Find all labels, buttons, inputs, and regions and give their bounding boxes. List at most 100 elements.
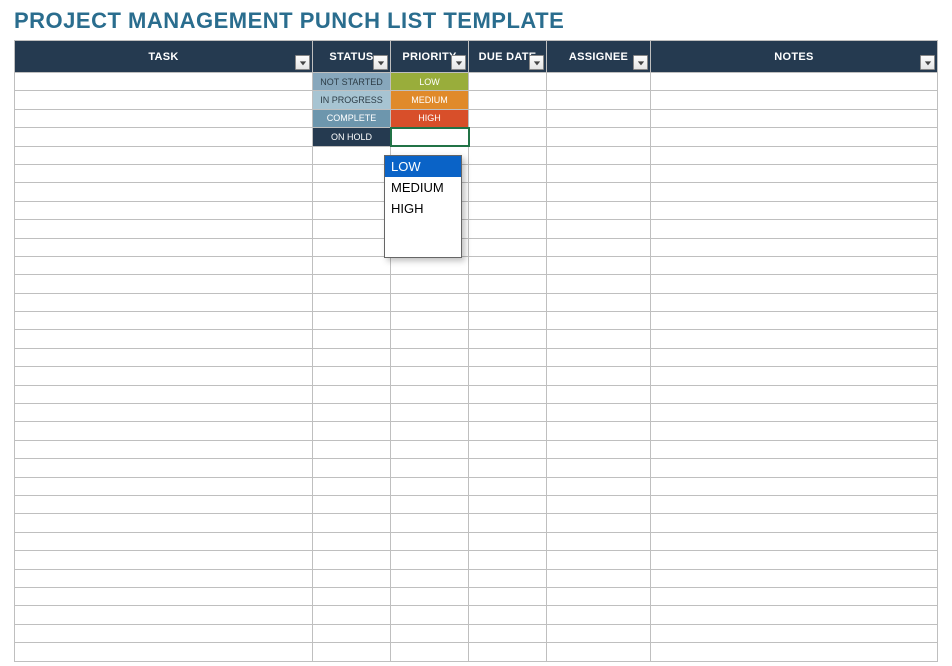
cell-task[interactable] xyxy=(15,440,313,458)
cell-duedate[interactable] xyxy=(469,293,547,311)
cell-duedate[interactable] xyxy=(469,330,547,348)
cell-status[interactable] xyxy=(313,422,391,440)
cell-status[interactable]: COMPLETE xyxy=(313,109,391,127)
cell-notes[interactable] xyxy=(651,551,938,569)
cell-task[interactable] xyxy=(15,330,313,348)
cell-assignee[interactable] xyxy=(547,293,651,311)
cell-duedate[interactable] xyxy=(469,183,547,201)
cell-task[interactable] xyxy=(15,404,313,422)
cell-task[interactable] xyxy=(15,532,313,550)
filter-icon[interactable] xyxy=(920,55,935,70)
cell-task[interactable] xyxy=(15,477,313,495)
cell-duedate[interactable] xyxy=(469,440,547,458)
cell-notes[interactable] xyxy=(651,440,938,458)
cell-status[interactable] xyxy=(313,238,391,256)
cell-priority[interactable] xyxy=(391,551,469,569)
cell-priority[interactable] xyxy=(391,312,469,330)
cell-notes[interactable] xyxy=(651,422,938,440)
cell-notes[interactable] xyxy=(651,128,938,146)
cell-task[interactable] xyxy=(15,459,313,477)
cell-task[interactable] xyxy=(15,146,313,164)
cell-priority[interactable] xyxy=(391,256,469,274)
cell-notes[interactable] xyxy=(651,91,938,109)
filter-icon[interactable] xyxy=(633,55,648,70)
cell-duedate[interactable] xyxy=(469,275,547,293)
cell-assignee[interactable] xyxy=(547,495,651,513)
cell-duedate[interactable] xyxy=(469,385,547,403)
cell-assignee[interactable] xyxy=(547,440,651,458)
cell-task[interactable] xyxy=(15,201,313,219)
cell-assignee[interactable] xyxy=(547,459,651,477)
cell-status[interactable] xyxy=(313,459,391,477)
cell-duedate[interactable] xyxy=(469,109,547,127)
cell-task[interactable] xyxy=(15,385,313,403)
cell-priority[interactable] xyxy=(391,624,469,642)
cell-priority[interactable] xyxy=(391,385,469,403)
cell-duedate[interactable] xyxy=(469,404,547,422)
cell-assignee[interactable] xyxy=(547,624,651,642)
cell-status[interactable] xyxy=(313,330,391,348)
cell-notes[interactable] xyxy=(651,477,938,495)
cell-duedate[interactable] xyxy=(469,477,547,495)
cell-priority[interactable] xyxy=(391,569,469,587)
cell-status[interactable] xyxy=(313,643,391,661)
cell-duedate[interactable] xyxy=(469,73,547,91)
cell-status[interactable] xyxy=(313,367,391,385)
cell-duedate[interactable] xyxy=(469,532,547,550)
cell-notes[interactable] xyxy=(651,330,938,348)
cell-status[interactable] xyxy=(313,514,391,532)
dropdown-item-high[interactable]: HIGH xyxy=(385,198,461,219)
cell-notes[interactable] xyxy=(651,201,938,219)
cell-duedate[interactable] xyxy=(469,312,547,330)
cell-duedate[interactable] xyxy=(469,643,547,661)
cell-duedate[interactable] xyxy=(469,238,547,256)
cell-assignee[interactable] xyxy=(547,109,651,127)
cell-assignee[interactable] xyxy=(547,275,651,293)
cell-assignee[interactable] xyxy=(547,73,651,91)
cell-assignee[interactable] xyxy=(547,477,651,495)
cell-task[interactable] xyxy=(15,91,313,109)
cell-assignee[interactable] xyxy=(547,514,651,532)
cell-duedate[interactable] xyxy=(469,624,547,642)
filter-icon[interactable] xyxy=(451,55,466,70)
cell-assignee[interactable] xyxy=(547,330,651,348)
cell-status[interactable] xyxy=(313,569,391,587)
cell-task[interactable] xyxy=(15,569,313,587)
cell-task[interactable] xyxy=(15,348,313,366)
cell-assignee[interactable] xyxy=(547,385,651,403)
cell-notes[interactable] xyxy=(651,459,938,477)
cell-status[interactable] xyxy=(313,385,391,403)
col-header-duedate[interactable]: DUE DATE xyxy=(469,41,547,73)
cell-assignee[interactable] xyxy=(547,91,651,109)
cell-assignee[interactable] xyxy=(547,164,651,182)
cell-status[interactable] xyxy=(313,348,391,366)
cell-task[interactable] xyxy=(15,164,313,182)
cell-assignee[interactable] xyxy=(547,422,651,440)
cell-notes[interactable] xyxy=(651,183,938,201)
cell-task[interactable] xyxy=(15,551,313,569)
cell-assignee[interactable] xyxy=(547,532,651,550)
cell-assignee[interactable] xyxy=(547,128,651,146)
cell-task[interactable] xyxy=(15,183,313,201)
cell-assignee[interactable] xyxy=(547,569,651,587)
cell-duedate[interactable] xyxy=(469,348,547,366)
cell-notes[interactable] xyxy=(651,348,938,366)
cell-assignee[interactable] xyxy=(547,183,651,201)
filter-icon[interactable] xyxy=(529,55,544,70)
cell-notes[interactable] xyxy=(651,312,938,330)
cell-duedate[interactable] xyxy=(469,201,547,219)
cell-priority[interactable] xyxy=(391,422,469,440)
cell-notes[interactable] xyxy=(651,606,938,624)
cell-priority[interactable] xyxy=(391,606,469,624)
cell-notes[interactable] xyxy=(651,275,938,293)
cell-dropdown-button[interactable] xyxy=(468,128,469,145)
cell-notes[interactable] xyxy=(651,238,938,256)
cell-priority[interactable] xyxy=(391,495,469,513)
col-header-assignee[interactable]: ASSIGNEE xyxy=(547,41,651,73)
cell-priority[interactable] xyxy=(391,440,469,458)
cell-status[interactable] xyxy=(313,275,391,293)
cell-duedate[interactable] xyxy=(469,495,547,513)
cell-status[interactable] xyxy=(313,146,391,164)
filter-icon[interactable] xyxy=(373,55,388,70)
cell-priority[interactable]: HIGH xyxy=(391,109,469,127)
